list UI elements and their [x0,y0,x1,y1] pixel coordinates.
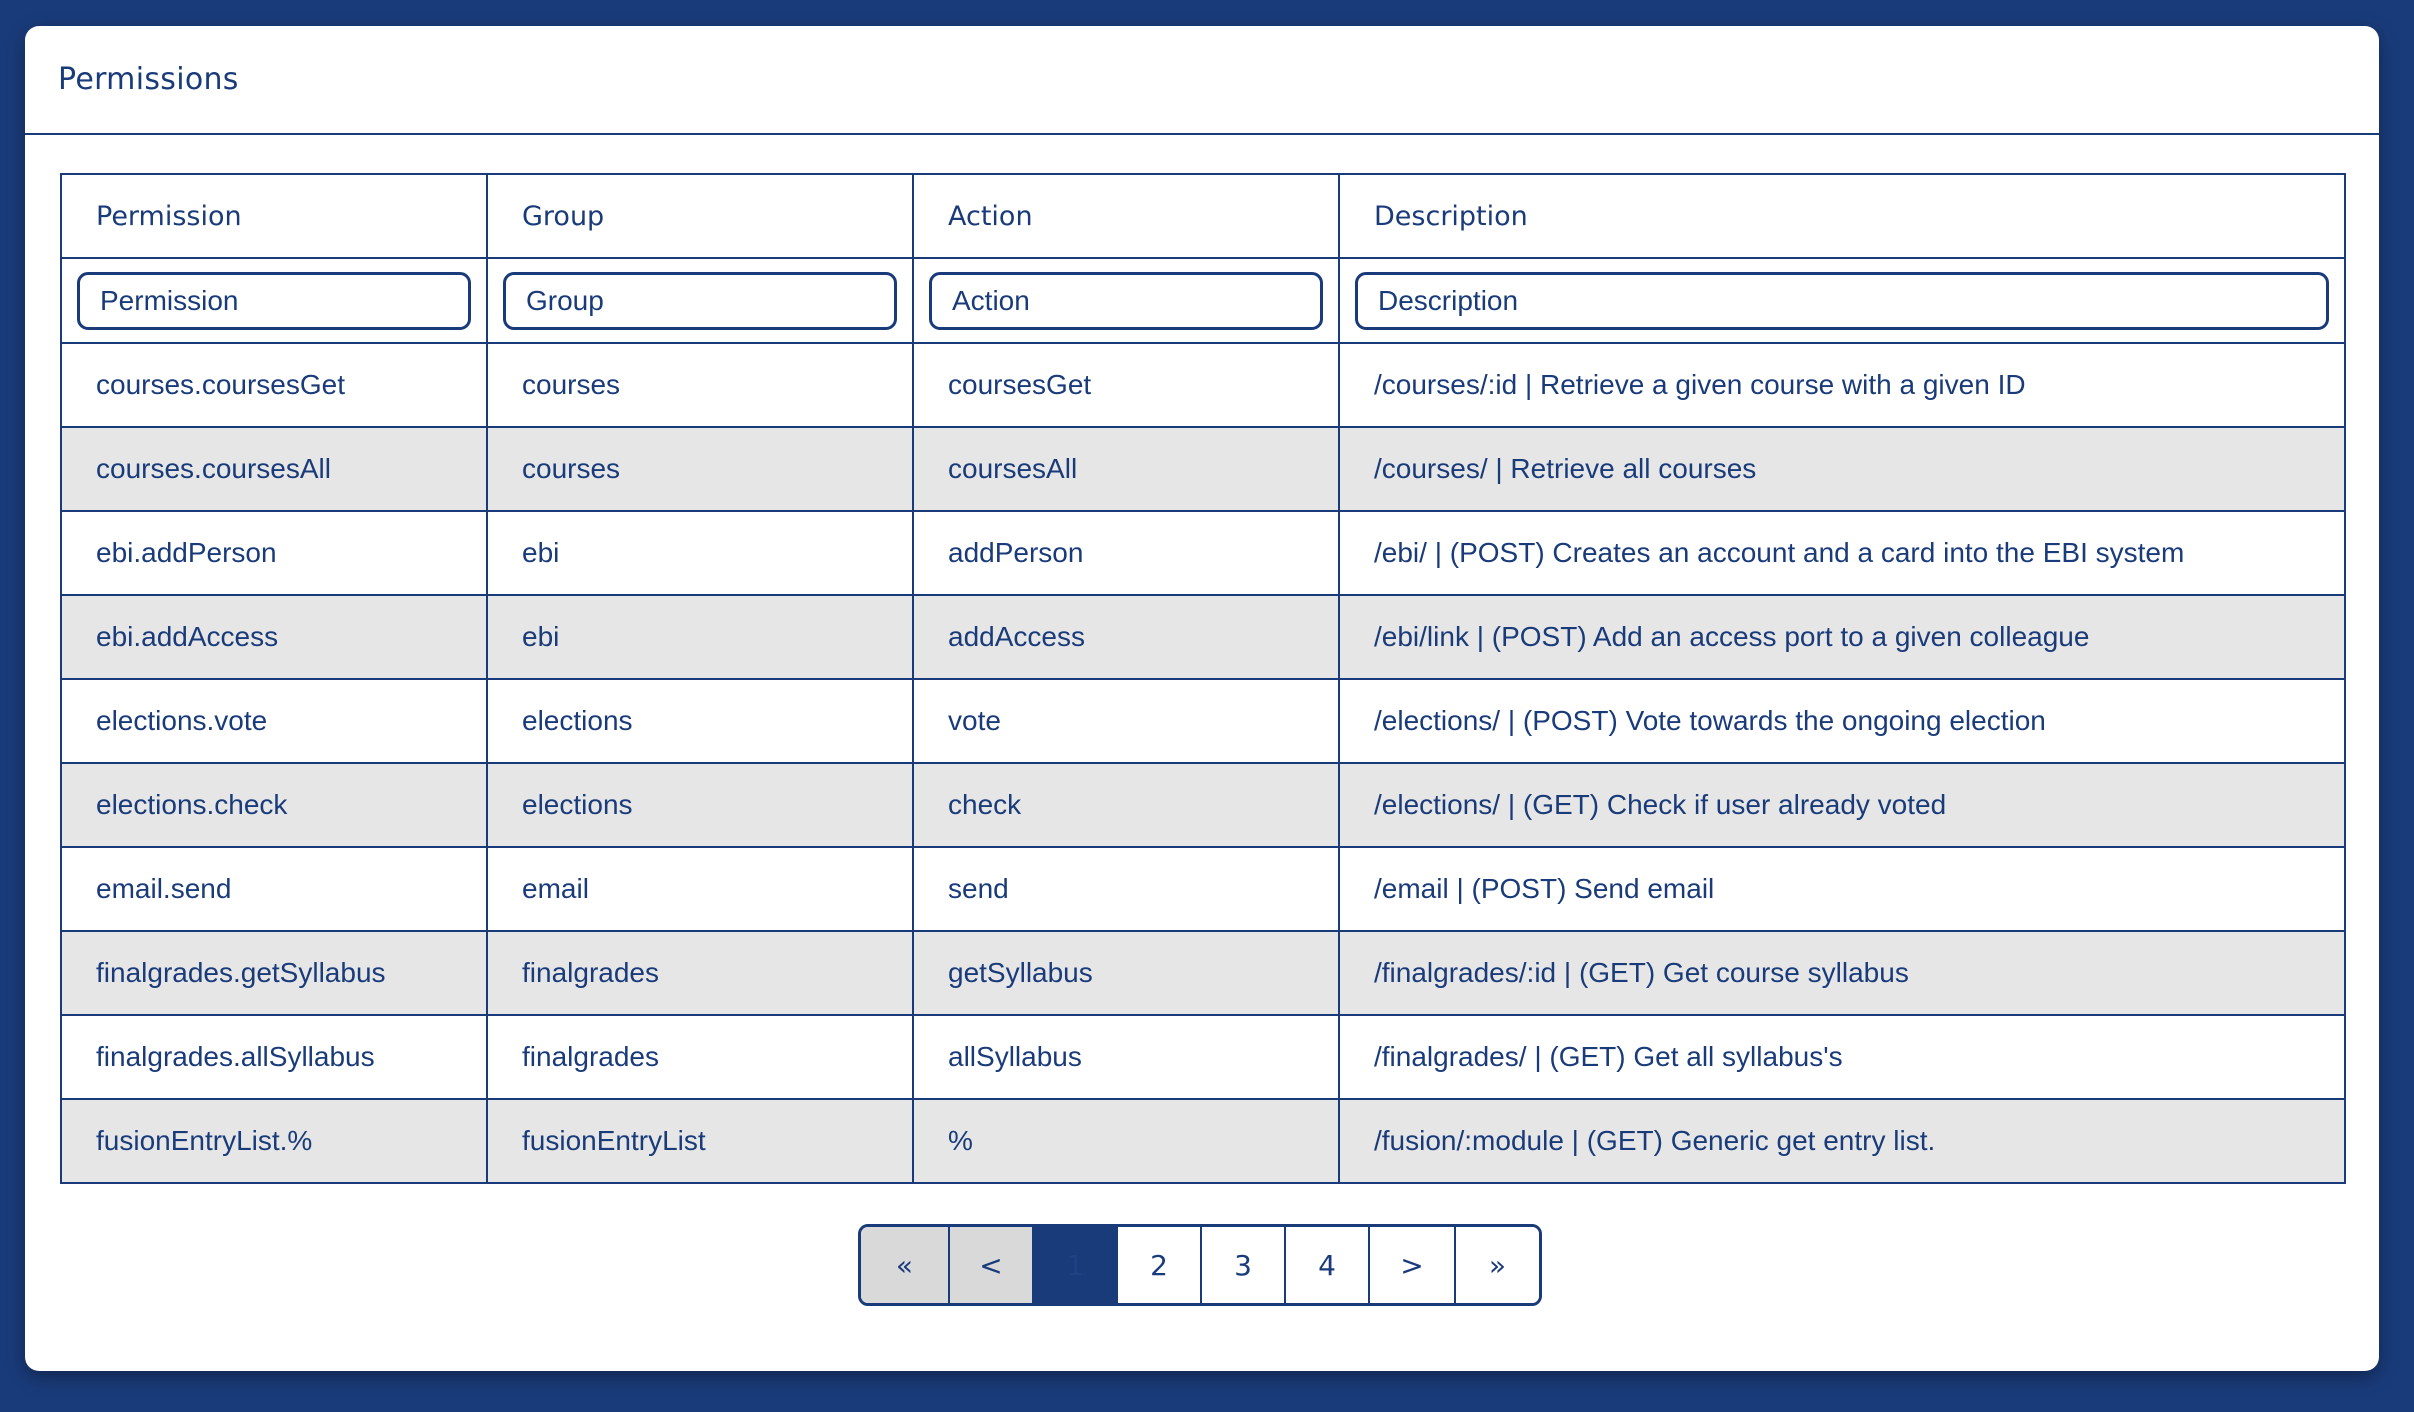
permission-filter-input[interactable] [77,271,471,330]
permission-cell: ebi.addAccess [60,594,488,680]
table-row[interactable]: email.send email send /email | (POST) Se… [60,846,2346,932]
column-header-action[interactable]: Action [912,173,1340,259]
filter-cell-action [912,257,1340,344]
action-cell: vote [912,678,1340,764]
description-cell: /ebi/link | (POST) Add an access port to… [1338,594,2346,680]
permission-cell: finalgrades.getSyllabus [60,930,488,1016]
table-row[interactable]: fusionEntryList.% fusionEntryList % /fus… [60,1098,2346,1184]
table-row[interactable]: finalgrades.getSyllabus finalgrades getS… [60,930,2346,1016]
filter-cell-permission [60,257,488,344]
permissions-table: Permission Group Action Description Perm… [60,173,2346,1184]
permission-cell: finalgrades.allSyllabus [60,1014,488,1100]
action-cell: addPerson [912,510,1340,596]
description-cell: /email | (POST) Send email [1338,846,2346,932]
previous-page-button[interactable]: < [950,1227,1034,1303]
table-row[interactable]: ebi.addPerson ebi addPerson /ebi/ | (POS… [60,510,2346,596]
action-cell: send [912,846,1340,932]
group-cell: email [486,846,914,932]
description-cell: /finalgrades/ | (GET) Get all syllabus's [1338,1014,2346,1100]
panel-header: Permissions [25,26,2379,135]
description-cell: /finalgrades/:id | (GET) Get course syll… [1338,930,2346,1016]
table-row[interactable]: elections.check elections check /electio… [60,762,2346,848]
pagination: « < 1 2 3 4 > » [858,1224,1542,1306]
action-cell: coursesGet [912,342,1340,428]
description-cell: /elections/ | (POST) Vote towards the on… [1338,678,2346,764]
description-filter-input[interactable] [1355,271,2329,330]
description-cell: /courses/:id | Retrieve a given course w… [1338,342,2346,428]
group-cell: elections [486,762,914,848]
group-cell: ebi [486,510,914,596]
table-row[interactable]: courses.coursesAll courses coursesAll /c… [60,426,2346,512]
group-cell: ebi [486,594,914,680]
group-cell: finalgrades [486,930,914,1016]
permissions-panel: Permissions Permission Group Action Desc… [25,26,2379,1371]
action-cell: % [912,1098,1340,1184]
action-cell: getSyllabus [912,930,1340,1016]
column-header-permission[interactable]: Permission [60,173,488,259]
page-3-button[interactable]: 3 [1202,1227,1286,1303]
permissions-table-wrapper: Permission Group Action Description Perm… [60,173,2346,1184]
page-4-button[interactable]: 4 [1286,1227,1370,1303]
group-cell: finalgrades [486,1014,914,1100]
permission-cell: courses.coursesGet [60,342,488,428]
action-cell: allSyllabus [912,1014,1340,1100]
description-cell: /courses/ | Retrieve all courses [1338,426,2346,512]
group-cell: courses [486,426,914,512]
permission-cell: email.send [60,846,488,932]
filter-cell-description [1338,257,2346,344]
action-filter-input[interactable] [929,271,1323,330]
column-header-group[interactable]: Group [486,173,914,259]
next-page-button[interactable]: > [1370,1227,1456,1303]
permission-cell: elections.check [60,762,488,848]
group-filter-input[interactable] [503,271,897,330]
table-row[interactable]: ebi.addAccess ebi addAccess /ebi/link | … [60,594,2346,680]
first-page-button[interactable]: « [861,1227,950,1303]
panel-title: Permissions [58,62,239,97]
permission-cell: courses.coursesAll [60,426,488,512]
table-row[interactable]: elections.vote elections vote /elections… [60,678,2346,764]
last-page-button[interactable]: » [1456,1227,1539,1303]
column-header-description[interactable]: Description [1338,173,2346,259]
action-cell: addAccess [912,594,1340,680]
table-row[interactable]: courses.coursesGet courses coursesGet /c… [60,342,2346,428]
filter-cell-group [486,257,914,344]
group-cell: fusionEntryList [486,1098,914,1184]
table-row[interactable]: finalgrades.allSyllabus finalgrades allS… [60,1014,2346,1100]
table-header-row: Permission Group Action Description [60,173,2346,259]
permission-cell: fusionEntryList.% [60,1098,488,1184]
description-cell: /elections/ | (GET) Check if user alread… [1338,762,2346,848]
page-2-button[interactable]: 2 [1118,1227,1202,1303]
description-cell: /fusion/:module | (GET) Generic get entr… [1338,1098,2346,1184]
group-cell: elections [486,678,914,764]
group-cell: courses [486,342,914,428]
description-cell: /ebi/ | (POST) Creates an account and a … [1338,510,2346,596]
permission-cell: elections.vote [60,678,488,764]
action-cell: check [912,762,1340,848]
permission-cell: ebi.addPerson [60,510,488,596]
action-cell: coursesAll [912,426,1340,512]
filter-row [60,257,2346,344]
page-1-button[interactable]: 1 [1034,1227,1118,1303]
